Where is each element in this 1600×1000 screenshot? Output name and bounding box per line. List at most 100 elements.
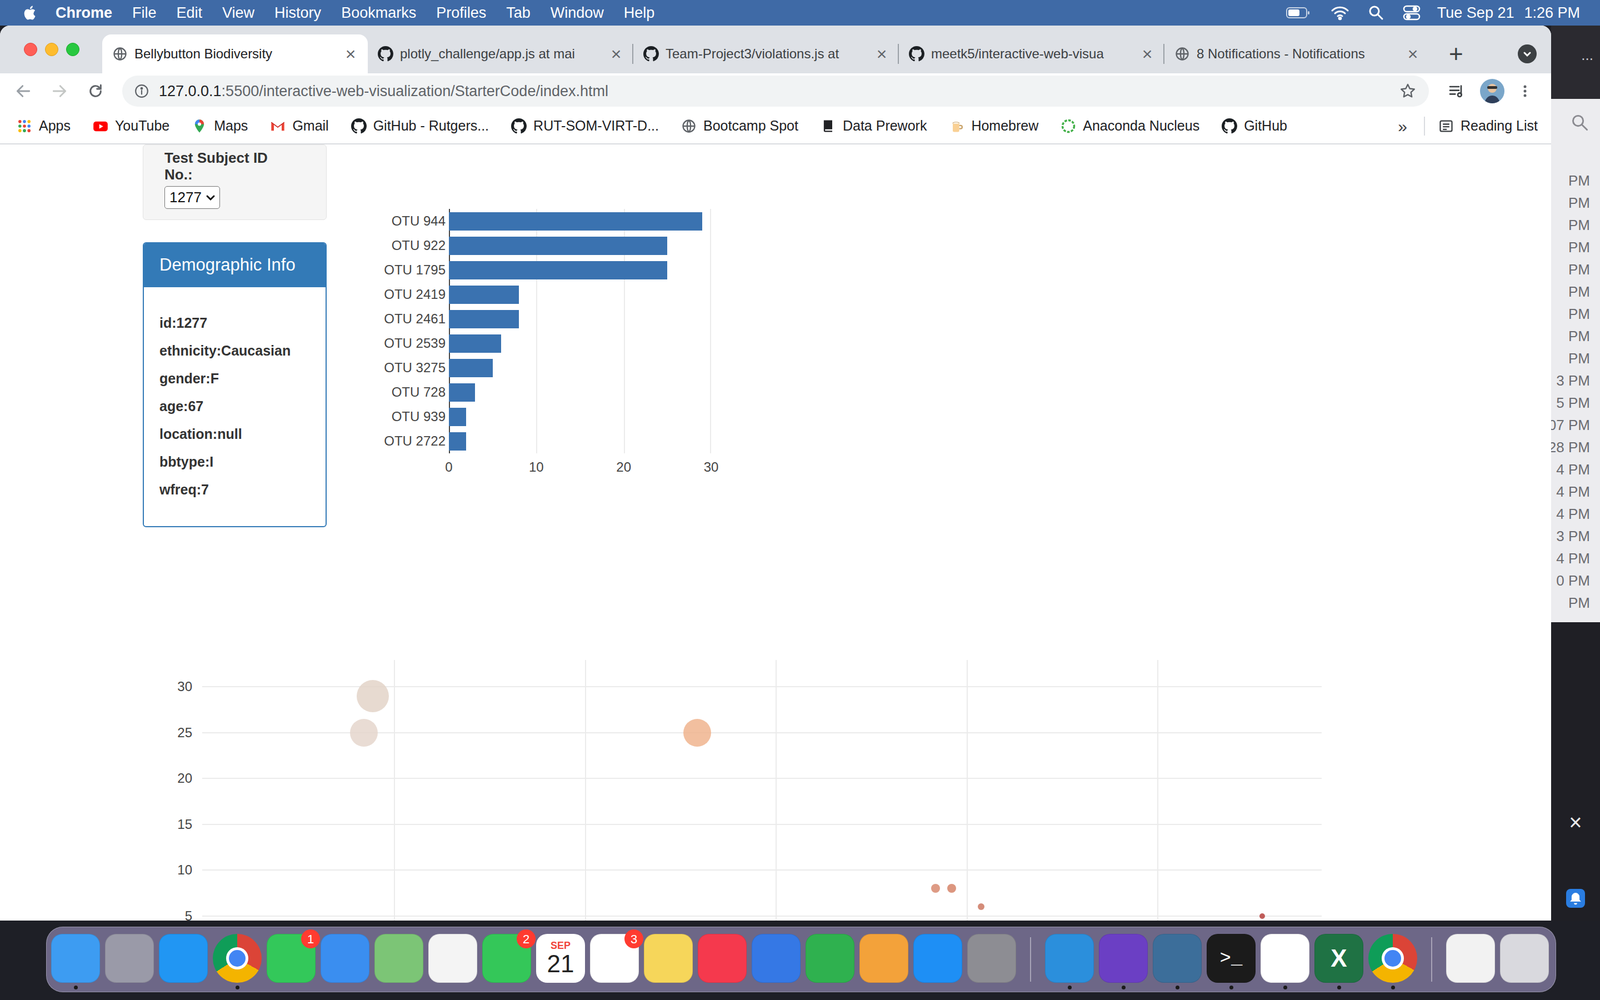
dock-app[interactable] — [805, 929, 855, 990]
notification-row[interactable]: PM — [1551, 347, 1600, 370]
bar[interactable] — [448, 261, 668, 280]
bar[interactable] — [448, 236, 668, 255]
dock-app[interactable] — [913, 929, 963, 990]
notification-row[interactable]: 0 PM — [1551, 569, 1600, 592]
notification-row[interactable]: 3 PM — [1551, 525, 1600, 548]
back-arrow-icon[interactable] — [7, 75, 39, 107]
app-menu[interactable]: Chrome — [55, 1, 113, 25]
bookmark[interactable]: RUT-SOM-VIRT-D... — [511, 115, 659, 137]
dock-app[interactable] — [859, 929, 909, 990]
notification-row[interactable]: PM — [1551, 191, 1600, 214]
tab-search-icon[interactable] — [1517, 44, 1537, 64]
notification-row[interactable]: 28 PM — [1551, 436, 1600, 459]
dock-app[interactable] — [751, 929, 801, 990]
dock-app[interactable] — [105, 929, 154, 990]
forward-arrow-icon[interactable] — [43, 75, 75, 107]
dock-app[interactable] — [374, 929, 424, 990]
reading-mode-icon[interactable] — [1445, 80, 1468, 103]
dock-app[interactable]: 1 — [266, 929, 316, 990]
notification-row[interactable]: PM — [1551, 302, 1600, 325]
menu-item[interactable]: View — [222, 1, 255, 25]
dock-app[interactable]: 2 — [482, 929, 532, 990]
menu-bar-date[interactable]: Tue Sep 21 — [1437, 1, 1515, 25]
bookmark[interactable]: Apps — [16, 115, 71, 137]
battery-icon[interactable] — [1286, 6, 1311, 20]
notification-row[interactable]: 4 PM — [1551, 480, 1600, 503]
menu-item[interactable]: Window — [550, 1, 604, 25]
new-tab-button[interactable]: + — [1443, 41, 1469, 67]
zoom-window-button[interactable] — [66, 42, 80, 57]
dock-app[interactable] — [428, 929, 478, 990]
browser-tab[interactable]: plotly_challenge/app.js at mai× — [367, 34, 634, 74]
notification-row[interactable]: 4 PM — [1551, 458, 1600, 481]
menu-item[interactable]: Profiles — [436, 1, 487, 25]
dock-app[interactable] — [1045, 929, 1094, 990]
bubble[interactable] — [356, 680, 389, 713]
dock-app[interactable] — [51, 929, 100, 990]
bubble[interactable] — [350, 718, 378, 747]
menu-bar-time[interactable]: 1:26 PM — [1523, 1, 1580, 25]
menu-item[interactable]: File — [132, 1, 157, 25]
dock-app[interactable] — [212, 929, 262, 990]
bar[interactable] — [448, 407, 467, 427]
notification-row[interactable]: PM — [1551, 169, 1600, 192]
bar[interactable] — [448, 212, 703, 231]
bar[interactable] — [448, 285, 519, 304]
tab-close-button[interactable]: × — [343, 45, 358, 63]
bar[interactable] — [448, 334, 502, 353]
bubble[interactable] — [683, 718, 712, 747]
bubble[interactable] — [931, 883, 940, 893]
tab-close-button[interactable]: × — [1405, 45, 1420, 63]
notification-row[interactable]: 4 PM — [1551, 502, 1600, 525]
close-button[interactable]: × — [1568, 811, 1582, 834]
tab-close-button[interactable]: × — [1140, 45, 1155, 63]
bubble[interactable] — [977, 903, 985, 910]
tab-close-button[interactable]: × — [608, 45, 624, 63]
notification-row[interactable]: 5 PM — [1551, 391, 1600, 414]
dock-app[interactable] — [967, 929, 1017, 990]
dock-app[interactable] — [1152, 929, 1202, 990]
notification-row[interactable]: 4 PM — [1551, 547, 1600, 570]
notification-bell-icon[interactable] — [1566, 888, 1585, 908]
search-icon[interactable] — [1368, 5, 1384, 21]
bubble[interactable] — [947, 883, 957, 893]
notification-row[interactable]: PM — [1551, 280, 1600, 303]
profile-avatar-icon[interactable] — [1480, 78, 1505, 104]
notification-row[interactable]: PM — [1551, 213, 1600, 237]
notification-row[interactable]: PM — [1551, 591, 1600, 614]
menu-item[interactable]: Bookmarks — [341, 1, 417, 25]
dock-app[interactable] — [1260, 929, 1310, 990]
dock-app[interactable] — [1446, 929, 1495, 990]
dock-app[interactable] — [1500, 929, 1549, 990]
dock-app[interactable] — [643, 929, 693, 990]
menu-item[interactable]: History — [274, 1, 322, 25]
star-icon[interactable] — [1398, 82, 1417, 100]
tab-close-button[interactable]: × — [874, 45, 889, 63]
bar[interactable] — [448, 432, 467, 451]
dock-app[interactable] — [1098, 929, 1148, 990]
browser-tab[interactable]: Bellybutton Biodiversity× — [102, 34, 368, 74]
reading-list-button[interactable]: Reading List — [1438, 115, 1538, 137]
menu-item[interactable]: Tab — [506, 1, 531, 25]
url-text[interactable]: 127.0.0.1:5500/interactive-web-visualiza… — [158, 80, 1399, 103]
bookmark[interactable]: Anaconda Nucleus — [1060, 115, 1200, 137]
browser-tab[interactable]: 8 Notifications - Notifications× — [1164, 34, 1430, 74]
bar[interactable] — [448, 358, 493, 378]
menu-item[interactable]: Edit — [176, 1, 203, 25]
more-button[interactable]: ... — [1581, 47, 1594, 63]
address-bar[interactable]: 127.0.0.1:5500/interactive-web-visualiza… — [122, 75, 1429, 107]
bar[interactable] — [448, 383, 475, 402]
bookmark[interactable]: Data Prework — [820, 115, 927, 137]
notification-row[interactable]: 3 PM — [1551, 369, 1600, 392]
dock-app[interactable] — [320, 929, 370, 990]
reload-icon[interactable] — [80, 75, 112, 107]
bookmark[interactable]: GitHub — [1221, 115, 1288, 137]
menu-dots-icon[interactable] — [1516, 80, 1534, 103]
bookmark[interactable]: Gmail — [270, 115, 329, 137]
dock-app[interactable] — [697, 929, 747, 990]
dock-app[interactable]: SEP21 — [536, 929, 585, 990]
bookmark[interactable]: Maps — [191, 115, 248, 137]
apple-icon[interactable] — [22, 4, 39, 22]
bookmark[interactable]: GitHub - Rutgers... — [351, 115, 489, 137]
bookmark[interactable]: Homebrew — [948, 115, 1039, 137]
